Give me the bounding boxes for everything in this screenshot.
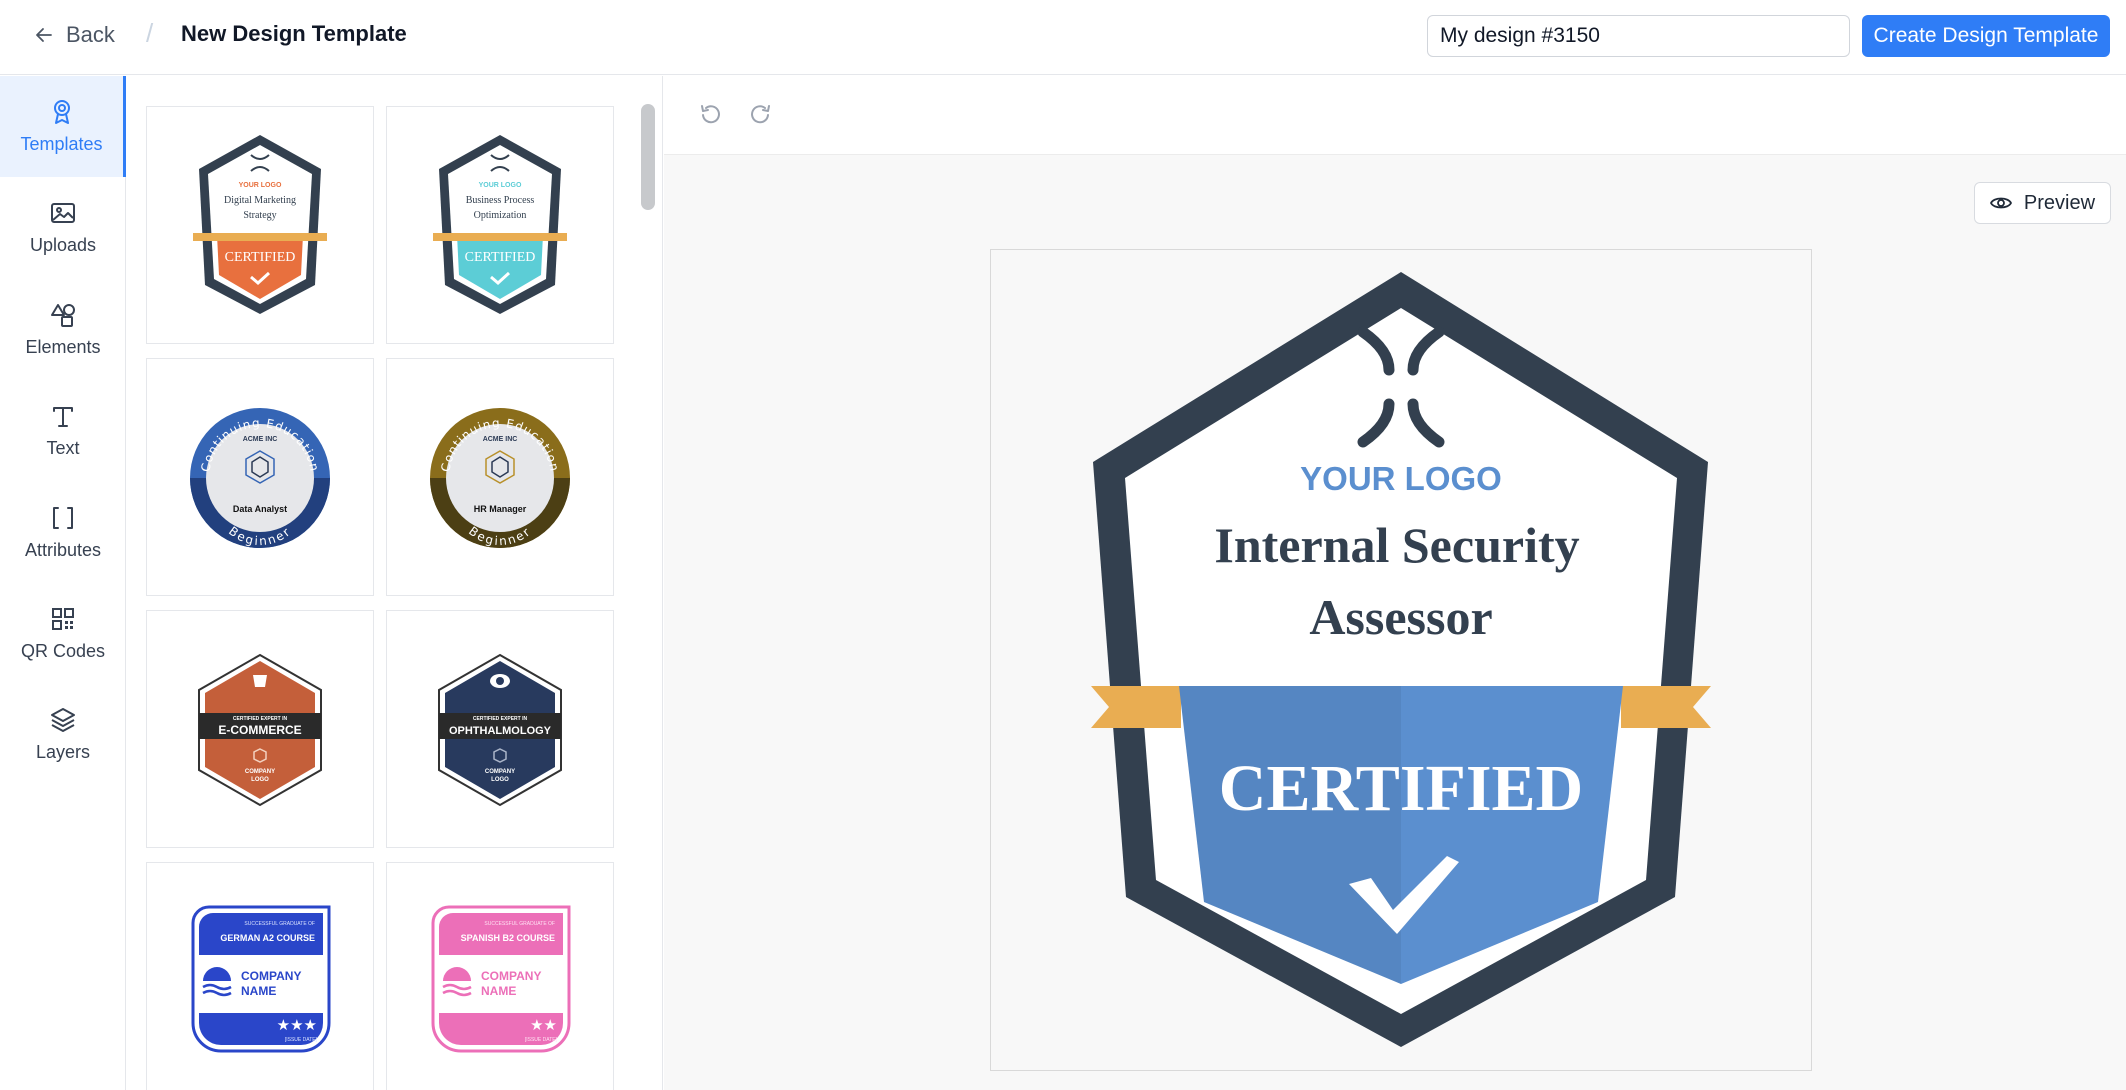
template-thumbnail: SUCCESSFUL GRADUATE OF SPANISH B2 COURSE… bbox=[431, 905, 571, 1053]
template-thumbnail: Continuing Education Beginner ACME INC D… bbox=[190, 408, 330, 548]
template-title-text: OPHTHALMOLOGY bbox=[449, 725, 552, 737]
template-date-text: [ISSUE DATE] bbox=[285, 1037, 318, 1043]
template-subtitle-text: SUCCESSFUL GRADUATE OF bbox=[484, 921, 555, 927]
template-logo-text: YOUR LOGO bbox=[479, 182, 522, 189]
template-logo-text: YOUR LOGO bbox=[239, 182, 282, 189]
template-subtitle-text: SUCCESSFUL GRADUATE OF bbox=[244, 921, 315, 927]
template-card-data-analyst[interactable]: Continuing Education Beginner ACME INC D… bbox=[146, 358, 374, 596]
template-card-digital-marketing[interactable]: YOUR LOGO Digital Marketing Strategy CER… bbox=[146, 106, 374, 344]
sidebar-item-templates[interactable]: Templates bbox=[0, 76, 126, 177]
template-card-hr-manager[interactable]: Continuing Education Beginner ACME INC H… bbox=[386, 358, 614, 596]
sidebar-item-label: Elements bbox=[25, 337, 101, 357]
template-company-line1: COMPANY bbox=[485, 769, 515, 775]
sidebar-item-label: Layers bbox=[35, 742, 91, 762]
brackets-icon bbox=[53, 507, 73, 529]
template-company-line1: COMPANY bbox=[245, 769, 275, 775]
template-title-text: GERMAN A2 COURSE bbox=[220, 933, 315, 943]
template-title-text: SPANISH B2 COURSE bbox=[461, 933, 555, 943]
qr-code-icon bbox=[52, 608, 74, 630]
sidebar-item-qr-codes[interactable]: QR Codes bbox=[0, 583, 126, 684]
template-company-line2: LOGO bbox=[491, 777, 509, 783]
template-name-text: Data Analyst bbox=[233, 504, 287, 514]
undo-button[interactable] bbox=[694, 98, 726, 130]
arrow-left-icon bbox=[36, 28, 52, 42]
image-icon bbox=[51, 203, 75, 223]
sidebar-item-attributes[interactable]: Attributes bbox=[0, 482, 126, 583]
template-thumbnail: CERTIFIED EXPERT IN OPHTHALMOLOGY COMPAN… bbox=[438, 653, 562, 807]
template-title-line2: Strategy bbox=[243, 210, 276, 221]
sidebar-item-label: Text bbox=[46, 438, 80, 458]
sidebar-item-label: QR Codes bbox=[20, 641, 106, 661]
badge-title-line1: Internal Security bbox=[1214, 517, 1579, 573]
template-thumbnail: Continuing Education Beginner ACME INC H… bbox=[430, 408, 570, 548]
template-card-e-commerce[interactable]: CERTIFIED EXPERT IN E-COMMERCE COMPANY L… bbox=[146, 610, 374, 848]
template-company-line1: COMPANY bbox=[481, 969, 541, 983]
template-stars: ★★ bbox=[530, 1016, 557, 1034]
badge-design: YOUR LOGO Internal Security Assessor CER… bbox=[1091, 272, 1711, 1047]
preview-button[interactable]: Preview bbox=[1974, 182, 2111, 224]
template-company-line2: NAME bbox=[481, 984, 516, 998]
template-stars: ★★★ bbox=[277, 1016, 317, 1034]
preview-label: Preview bbox=[2023, 191, 2096, 214]
template-company-text: ACME INC bbox=[243, 436, 278, 443]
back-button[interactable]: Back bbox=[34, 20, 115, 50]
sidebar-item-uploads[interactable]: Uploads bbox=[0, 177, 126, 278]
templates-panel: YOUR LOGO Digital Marketing Strategy CER… bbox=[127, 76, 663, 1090]
back-label: Back bbox=[66, 22, 115, 47]
badge-ribbon-text: CERTIFIED bbox=[1219, 752, 1583, 825]
sidebar-item-layers[interactable]: Layers bbox=[0, 684, 126, 785]
template-thumbnail: CERTIFIED EXPERT IN E-COMMERCE COMPANY L… bbox=[198, 653, 322, 807]
template-thumbnail: YOUR LOGO Digital Marketing Strategy CER… bbox=[193, 135, 327, 314]
template-ribbon-text: CERTIFIED bbox=[465, 250, 536, 265]
redo-button[interactable] bbox=[745, 98, 777, 130]
badge-title-line2: Assessor bbox=[1309, 589, 1492, 645]
ribbon-icon bbox=[53, 100, 70, 124]
shapes-icon bbox=[51, 304, 75, 327]
template-company-line2: LOGO bbox=[251, 777, 269, 783]
breadcrumb-separator: / bbox=[146, 18, 154, 48]
sidebar-item-label: Templates bbox=[20, 134, 103, 154]
template-card-spanish-b2[interactable]: SUCCESSFUL GRADUATE OF SPANISH B2 COURSE… bbox=[386, 862, 614, 1090]
template-company-text: ACME INC bbox=[483, 436, 518, 443]
template-date-text: [ISSUE DATE] bbox=[525, 1037, 558, 1043]
canvas-area: Preview YOUR LOGO Internal Security Asse… bbox=[664, 76, 2126, 1090]
canvas-toolbar bbox=[664, 76, 2126, 155]
template-thumbnail: YOUR LOGO Business Process Optimization … bbox=[433, 135, 567, 314]
template-title-line1: Business Process bbox=[466, 195, 535, 206]
sidebar-item-label: Attributes bbox=[24, 540, 102, 560]
undo-icon bbox=[701, 105, 720, 124]
template-card-business-process[interactable]: YOUR LOGO Business Process Optimization … bbox=[386, 106, 614, 344]
template-thumbnail: SUCCESSFUL GRADUATE OF GERMAN A2 COURSE … bbox=[191, 905, 331, 1053]
template-title-line2: Optimization bbox=[474, 210, 527, 221]
template-title-line1: Digital Marketing bbox=[224, 195, 296, 206]
sidebar-item-label: Uploads bbox=[29, 235, 97, 255]
template-company-line1: COMPANY bbox=[241, 969, 301, 983]
template-name-text: HR Manager bbox=[474, 504, 527, 514]
left-sidebar: Templates Uploads Elements Text Attribut… bbox=[0, 76, 126, 1090]
badge-logo-text: YOUR LOGO bbox=[1300, 460, 1502, 497]
design-name-input[interactable] bbox=[1427, 15, 1850, 57]
templates-scrollbar[interactable] bbox=[641, 104, 655, 210]
page-title: New Design Template bbox=[181, 21, 407, 46]
template-card-german-a2[interactable]: SUCCESSFUL GRADUATE OF GERMAN A2 COURSE … bbox=[146, 862, 374, 1090]
template-company-line2: NAME bbox=[241, 984, 276, 998]
sidebar-item-text[interactable]: Text bbox=[0, 380, 126, 481]
create-design-template-button[interactable]: Create Design Template bbox=[1862, 15, 2110, 57]
redo-icon bbox=[751, 105, 770, 124]
sidebar-item-elements[interactable]: Elements bbox=[0, 279, 126, 380]
eye-icon bbox=[1990, 197, 2012, 209]
layers-icon bbox=[51, 708, 75, 732]
design-artboard[interactable]: YOUR LOGO Internal Security Assessor CER… bbox=[990, 249, 1812, 1071]
template-ribbon-text: CERTIFIED bbox=[225, 250, 296, 265]
template-card-ophthalmology[interactable]: CERTIFIED EXPERT IN OPHTHALMOLOGY COMPAN… bbox=[386, 610, 614, 848]
template-subtitle-text: CERTIFIED EXPERT IN bbox=[233, 716, 288, 722]
top-bar: Back / New Design Template Create Design… bbox=[0, 0, 2126, 75]
template-subtitle-text: CERTIFIED EXPERT IN bbox=[473, 716, 528, 722]
template-title-text: E-COMMERCE bbox=[218, 723, 301, 737]
text-icon bbox=[53, 407, 73, 427]
